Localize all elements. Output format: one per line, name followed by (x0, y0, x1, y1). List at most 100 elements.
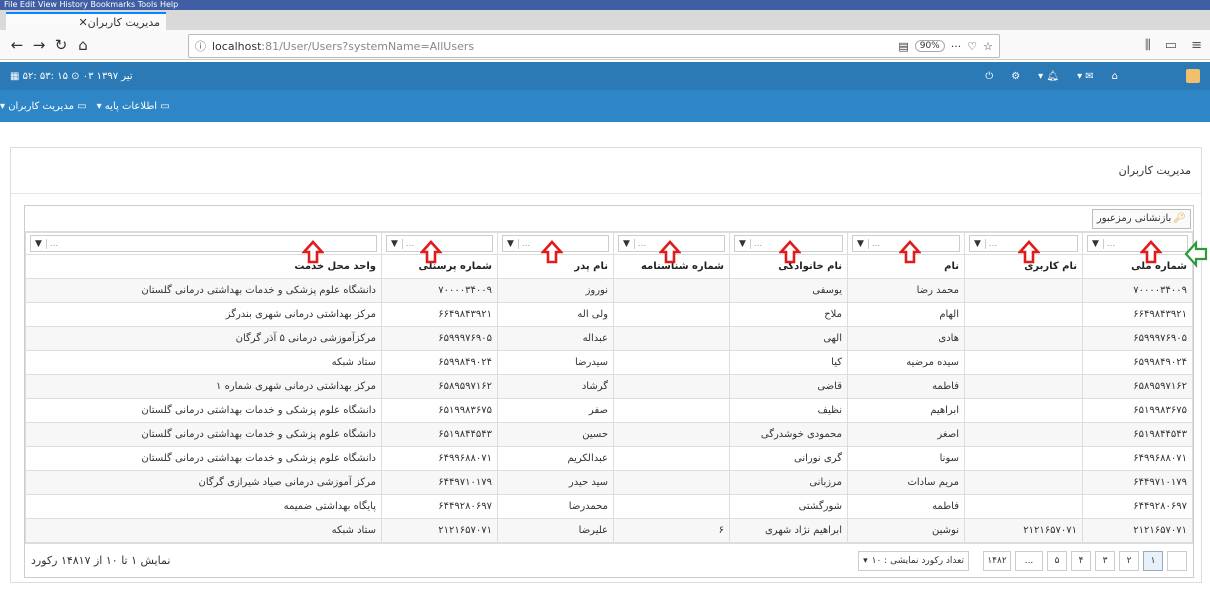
table-cell (613, 278, 730, 303)
page-actions-icon[interactable]: ··· (951, 40, 962, 53)
table-cell: کیا (729, 350, 848, 375)
table-row[interactable]: ۶۵۹۹۹۷۶۹۰۵ هادی الهی عبداله ۶۵۹۹۹۷۶۹۰۵ مرکزآم… (25, 326, 1193, 351)
filter-input[interactable] (883, 236, 959, 251)
filter-icon[interactable]: ▼ (970, 238, 986, 249)
user-avatar[interactable] (1186, 69, 1200, 83)
notification-bell-icon[interactable]: 🔔︎ ▾ (1038, 71, 1059, 82)
menu-base-info[interactable]: ▭ اطلاعات پایه ▾ (97, 101, 170, 112)
filter-icon[interactable]: ▼ (503, 238, 519, 249)
table-body: ۷۰۰۰۰۳۴۰۰۹ محمد رضا یوسفی نوروز ۷۰۰۰۰۳۴۰۰۹ دا… (25, 278, 1193, 543)
filter-icon[interactable]: ▼ (1088, 238, 1104, 249)
tab-title: مدیریت کاربران (87, 15, 160, 29)
table-cell: شورگشتی (729, 494, 848, 519)
pager-page-button[interactable]: ۳ (1095, 550, 1115, 571)
table-row[interactable]: ۲۱۲۱۶۵۷۰۷۱ ۲۱۲۱۶۵۷۰۷۱ نوشین ابراهیم نژاد شه… (25, 518, 1193, 543)
table-row[interactable]: ۶۶۴۹۸۴۳۹۲۱ الهام ملاح ولی اله ۶۶۴۹۸۴۳۹۲۱ مرکز… (25, 302, 1193, 327)
table-cell: دانشگاه علوم پزشکی و خدمات بهداشتی درمان… (25, 422, 382, 447)
menu-user-management[interactable]: ▭ مدیریت کاربران ▾ (0, 101, 87, 112)
pager-page-button[interactable]: ۵ (1047, 550, 1067, 571)
table-cell: مرکز بهداشتی درمانی شهری بندرگز (25, 302, 382, 327)
table-cell: مرکز آموزشی درمانی صیاد شیرازی گرگان (25, 470, 382, 495)
close-tab-icon[interactable]: ✕ (78, 16, 87, 29)
table-cell: ۶۴۴۹۲۸۰۶۹۷ (1082, 494, 1193, 519)
column-filter[interactable]: ▼... (30, 235, 377, 252)
table-row[interactable]: ۶۵۹۹۸۴۹۰۲۴ سیده مرضیه کیا سیدرضا ۶۵۹۹۸۴۹۰۲۴ س… (25, 350, 1193, 375)
back-icon[interactable]: ← (6, 34, 28, 56)
library-icon[interactable]: ⫼ (1145, 38, 1151, 53)
mail-icon[interactable]: ✉ ▾ (1077, 71, 1094, 82)
app-menu: ▭ اطلاعات پایه ▾ ▭ مدیریت کاربران ▾ (0, 90, 1210, 122)
filter-input[interactable] (765, 236, 842, 251)
filter-input[interactable] (61, 236, 376, 251)
hamburger-menu-icon[interactable]: ≡ (1191, 38, 1202, 53)
column-filter[interactable]: ▼... (1087, 235, 1188, 252)
bookmark-star-icon[interactable]: ☆ (983, 40, 993, 53)
table-cell (964, 374, 1083, 399)
pager-page-button[interactable]: ۲ (1119, 550, 1139, 571)
table-cell: ۶۵۱۹۸۴۴۵۴۳ (1082, 422, 1193, 447)
page-size-select[interactable]: تعداد رکورد نمایشی : ۱۰ ▾ (858, 550, 969, 571)
reader-icon[interactable]: ▤ (898, 40, 908, 53)
url-path: :81/User/Users?systemName=AllUsers (261, 39, 475, 53)
table-cell: الهی (729, 326, 848, 351)
column-header[interactable]: واحد محل خدمت (25, 254, 382, 279)
table-cell: سیدرضا (497, 350, 614, 375)
browser-menubar[interactable]: File Edit View History Bookmarks Tools H… (0, 0, 1210, 10)
table-cell (964, 302, 1083, 327)
records-summary: نمایش ۱ تا ۱۰ از ۱۴۸۱۷ رکورد (31, 554, 171, 567)
filter-options-icon[interactable]: ... (986, 239, 1000, 249)
table-cell (613, 446, 730, 471)
reset-password-button[interactable]: 🔑︎ بازنشانی رمزعبور (1091, 208, 1191, 229)
pager-page-button[interactable]: ۱ (1143, 550, 1163, 571)
table-row[interactable]: ۶۵۱۹۹۸۳۶۷۵ ابراهیم نظیف صفر ۶۵۱۹۹۸۳۶۷۵ دانشگا… (25, 398, 1193, 423)
url-bar[interactable]: ⓘ localhost:81/User/Users?systemName=All… (188, 34, 1000, 58)
pager-first-button[interactable] (1167, 550, 1187, 571)
table-cell: ملاح (729, 302, 848, 327)
home-icon[interactable]: ⌂ (72, 34, 94, 56)
info-icon[interactable]: ⓘ (195, 38, 206, 54)
home-app-icon[interactable]: ⌂ (1112, 71, 1118, 82)
table-row[interactable]: ۶۴۴۹۲۸۰۶۹۷ فاطمه شورگشتی محمدرضا ۶۴۴۹۲۸۰۶۹۷ پ… (25, 494, 1193, 519)
table-row[interactable]: ۶۵۸۹۵۹۷۱۶۲ فاطمه قاضی گرشاد ۶۵۸۹۵۹۷۱۶۲ مرکز ب… (25, 374, 1193, 399)
table-row[interactable]: ۶۴۴۹۷۱۰۱۷۹ مریم سادات مرزبانی سید حیدر ۶۴۴۹۷… (25, 470, 1193, 495)
table-row[interactable]: ۷۰۰۰۰۳۴۰۰۹ محمد رضا یوسفی نوروز ۷۰۰۰۰۳۴۰۰۹ دا… (25, 278, 1193, 303)
pager-page-button[interactable]: ۴ (1071, 550, 1091, 571)
filter-options-icon[interactable]: ... (869, 239, 883, 249)
table-cell: نوروز (497, 278, 614, 303)
filter-options-icon[interactable]: ... (403, 239, 417, 249)
filter-cell: ▼... (1082, 232, 1193, 255)
pocket-icon[interactable]: ♡ (967, 40, 977, 53)
table-cell: قاضی (729, 374, 848, 399)
table-cell: ۷۰۰۰۰۳۴۰۰۹ (1082, 278, 1193, 303)
table-row[interactable]: ۶۴۹۹۶۸۸۰۷۱ سونا گری نورانی عبدالکریم ۶۴۹۹۶۸۸… (25, 446, 1193, 471)
filter-options-icon[interactable]: ... (635, 239, 649, 249)
pager-page-button[interactable]: ... (1015, 550, 1043, 571)
table-cell: ابراهیم (847, 398, 965, 423)
filter-options-icon[interactable]: ... (1104, 239, 1118, 249)
table-row[interactable]: ۶۵۱۹۸۴۴۵۴۳ اصغر محمودی خوشدرگی حسین ۶۵۱۹۸۴۴۵… (25, 422, 1193, 447)
column-header[interactable]: شماره ملی (1082, 254, 1193, 279)
red-arrow-icon (1140, 240, 1162, 264)
filter-icon[interactable]: ▼ (31, 238, 47, 249)
sidebar-icon[interactable]: ▭ (1165, 38, 1177, 53)
browser-tab[interactable]: مدیریت کاربران ✕ (6, 12, 166, 30)
filter-options-icon[interactable]: ... (47, 239, 61, 249)
zoom-level[interactable]: 90% (914, 40, 945, 52)
filter-icon[interactable]: ▼ (619, 238, 635, 249)
table-cell: ۶ (613, 518, 730, 543)
pager-page-button[interactable]: ۱۴۸۲ (983, 550, 1011, 571)
filter-icon[interactable]: ▼ (853, 238, 869, 249)
table-cell: سید حیدر (497, 470, 614, 495)
reload-icon[interactable]: ↻ (50, 34, 72, 56)
power-icon[interactable]: ⏻ (985, 71, 993, 82)
table-cell: محمودی خوشدرگی (729, 422, 848, 447)
settings-gear-icon[interactable]: ⚙ (1011, 71, 1020, 82)
table-cell: مرکزآموزشی درمانی ۵ آذر گرگان (25, 326, 382, 351)
table-cell: ۲۱۲۱۶۵۷۰۷۱ (381, 518, 498, 543)
table-cell: ۶۵۸۹۵۹۷۱۶۲ (381, 374, 498, 399)
filter-options-icon[interactable]: ... (751, 239, 765, 249)
filter-icon[interactable]: ▼ (735, 238, 751, 249)
filter-options-icon[interactable]: ... (519, 239, 533, 249)
forward-icon[interactable]: → (28, 34, 50, 56)
filter-icon[interactable]: ▼ (387, 238, 403, 249)
